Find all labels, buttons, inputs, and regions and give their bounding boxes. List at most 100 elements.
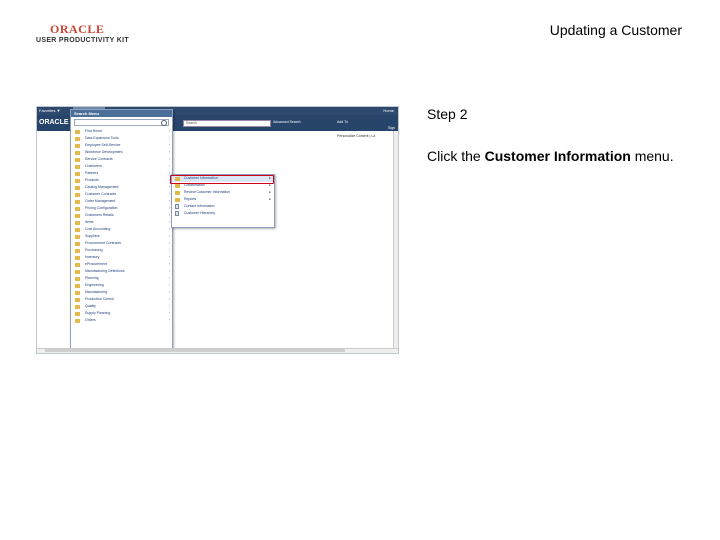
menu-item-label: Production Control [85, 297, 114, 301]
chevron-right-icon: › [168, 213, 170, 217]
menu-item[interactable]: Workforce Development › [71, 149, 172, 156]
menu-item-label: Suppliers [85, 234, 100, 238]
submenu-item[interactable]: Reports ▸ [172, 196, 274, 203]
folder-icon [75, 318, 80, 323]
chevron-right-icon: › [168, 150, 170, 154]
menu-item-label: Manufacturing [85, 290, 108, 294]
menu-item-label: Supply Planning [85, 311, 111, 315]
submenu-item[interactable]: Customer Hierarchy [172, 210, 274, 217]
horizontal-scrollbar[interactable] [37, 348, 398, 353]
chevron-right-icon: › [168, 262, 170, 266]
chevron-right-icon: › [168, 206, 170, 210]
folder-icon [75, 192, 80, 197]
favorites-menu[interactable]: Favorites ▼ [39, 108, 61, 113]
folder-icon [75, 283, 80, 288]
folder-icon [75, 220, 80, 225]
sign-out-link[interactable]: Sign [388, 126, 395, 130]
menu-item-label: Cost Accounting [85, 227, 111, 231]
menu-item[interactable]: Service Contracts › [71, 156, 172, 163]
highlight-box [170, 175, 274, 184]
menu-item[interactable]: Catalog Management › [71, 184, 172, 191]
menu-item[interactable]: Quality › [71, 303, 172, 310]
menu-item[interactable]: Order Management › [71, 198, 172, 205]
global-search-input[interactable]: Search [183, 120, 271, 127]
folder-icon [175, 197, 180, 202]
step-label: Step 2 [427, 106, 468, 122]
folder-icon [75, 234, 80, 239]
menu-item[interactable]: Orders › [71, 317, 172, 324]
instruction-prefix: Click the [427, 148, 485, 164]
menu-item-label: Inventory [85, 255, 100, 259]
menu-item-label: Customers [85, 164, 102, 168]
chevron-right-icon: › [168, 283, 170, 287]
menu-item[interactable]: Customers Retails › [71, 212, 172, 219]
chevron-right-icon: › [168, 304, 170, 308]
personalize-links[interactable]: Personalize Content | La [337, 134, 375, 138]
menu-item[interactable]: Purchasing › [71, 247, 172, 254]
menu-item[interactable]: Engineering › [71, 282, 172, 289]
menu-item[interactable]: Find Home › [71, 128, 172, 135]
chevron-right-icon: › [168, 185, 170, 189]
menu-item[interactable]: Procurement Contracts › [71, 240, 172, 247]
menu-item[interactable]: Supply Planning › [71, 310, 172, 317]
menu-item-label: Data Expansion Tools [85, 136, 119, 140]
menu-item[interactable]: Pricing Configuration › [71, 205, 172, 212]
menu-item-label: Products [85, 178, 99, 182]
banner-brand: ORACLE [39, 119, 69, 126]
home-link[interactable]: Home [383, 108, 394, 113]
scroll-thumb[interactable] [45, 349, 345, 352]
menu-item[interactable]: Production Control › [71, 296, 172, 303]
instruction-target: Customer Information [484, 148, 631, 164]
chevron-right-icon: › [168, 297, 170, 301]
add-to-link[interactable]: Add To [337, 120, 348, 124]
advanced-search-link[interactable]: Advanced Search [273, 120, 301, 124]
folder-icon [75, 227, 80, 232]
menu-item[interactable]: Items › [71, 219, 172, 226]
search-go-icon[interactable] [161, 120, 167, 126]
menu-item-label: Quality [85, 304, 96, 308]
menu-item[interactable]: Manufacturing Definitions › [71, 268, 172, 275]
menu-item[interactable]: Customers › [71, 163, 172, 170]
menu-item[interactable]: Suppliers › [71, 233, 172, 240]
menu-item-label: Order Management [85, 199, 116, 203]
menu-item[interactable]: Manufacturing › [71, 289, 172, 296]
menu-item-label: Workforce Development [85, 150, 123, 154]
chevron-right-icon: › [168, 318, 170, 322]
menu-item-label: Service Contracts [85, 157, 113, 161]
search-placeholder: Search [186, 121, 198, 125]
menu-item[interactable]: Data Expansion Tools › [71, 135, 172, 142]
chevron-right-icon: ▸ [269, 197, 271, 201]
folder-icon [75, 185, 80, 190]
chevron-right-icon: › [168, 248, 170, 252]
menu-item[interactable]: Cost Accounting › [71, 226, 172, 233]
folder-icon [75, 304, 80, 309]
submenu-item-label: Customer Hierarchy [184, 211, 216, 215]
menu-item[interactable]: Customer Contracts › [71, 191, 172, 198]
menu-item[interactable]: Planning › [71, 275, 172, 282]
menu-item[interactable]: Partners › [71, 170, 172, 177]
submenu-item[interactable]: Review Customer Information ▸ [172, 189, 274, 196]
menu-item-label: Pricing Configuration [85, 206, 118, 210]
folder-icon [75, 143, 80, 148]
menu-item[interactable]: Employee Self-Service › [71, 142, 172, 149]
folder-icon [75, 255, 80, 260]
folder-icon [75, 241, 80, 246]
menu-search-input[interactable] [74, 119, 169, 126]
chevron-right-icon: › [168, 220, 170, 224]
oracle-upk-logo: ORACLE USER PRODUCTIVITY KIT [36, 22, 129, 48]
menu-list: Find Home › Data Expansion Tools › Employee … [71, 128, 172, 324]
submenu-item[interactable]: Contact Information [172, 203, 274, 210]
vertical-scrollbar[interactable] [393, 131, 398, 349]
folder-icon [75, 269, 80, 274]
folder-icon [75, 248, 80, 253]
menu-item[interactable]: Products › [71, 177, 172, 184]
chevron-right-icon: › [168, 290, 170, 294]
menu-item-label: Partners [85, 171, 99, 175]
folder-icon [75, 129, 80, 134]
chevron-right-icon: › [168, 269, 170, 273]
menu-item[interactable]: Inventory › [71, 254, 172, 261]
submenu-item-label: Review Customer Information [184, 190, 231, 194]
folder-icon [75, 213, 80, 218]
menu-item-label: Find Home [85, 129, 103, 133]
menu-item[interactable]: eProcurement › [71, 261, 172, 268]
